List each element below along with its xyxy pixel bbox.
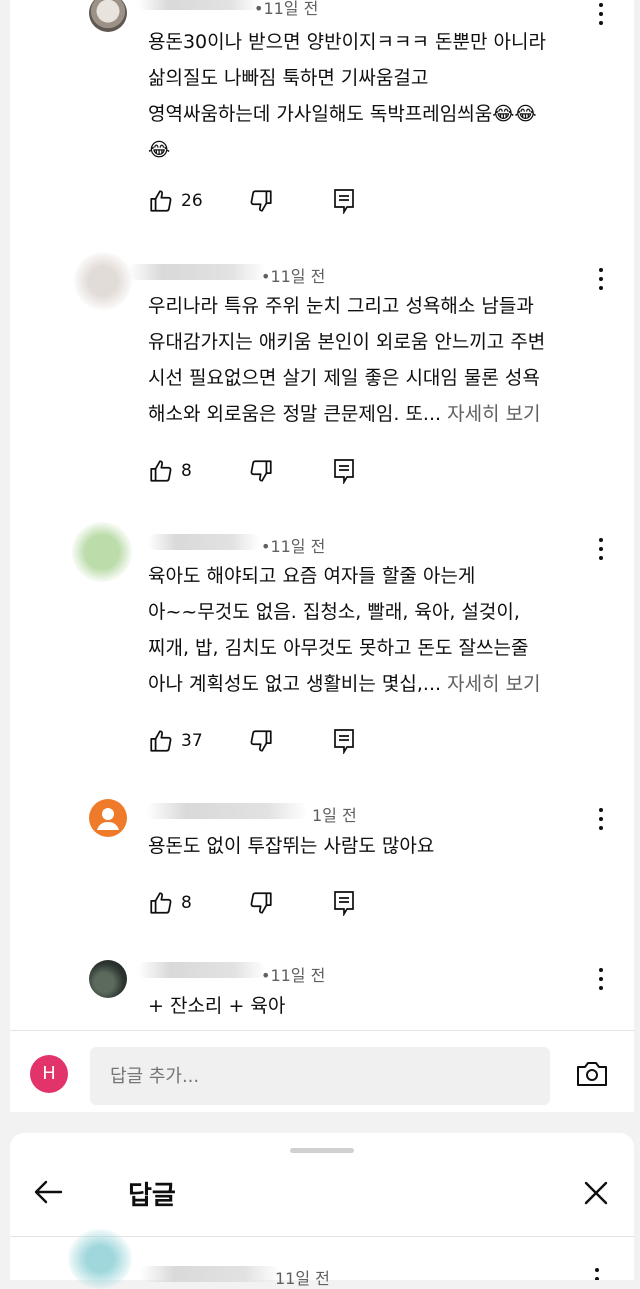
author-name-redacted	[148, 534, 260, 550]
comment-timestamp: •11일 전	[261, 267, 326, 286]
dislike-button[interactable]	[248, 728, 274, 754]
more-vert-icon[interactable]	[598, 808, 604, 830]
author-name-redacted	[138, 962, 266, 978]
dislike-button[interactable]	[248, 188, 274, 214]
comment-text-line: 영역싸움하는데 가사일해도 독박프레임씌움😂😂	[148, 103, 537, 125]
thumbs-down-icon	[250, 190, 272, 212]
sheet-title: 답글	[128, 1181, 176, 1211]
comment-timestamp: •11일 전	[254, 0, 319, 18]
comment-avatar[interactable]	[68, 1229, 132, 1289]
person-icon	[97, 808, 119, 830]
more-vert-icon[interactable]	[598, 968, 604, 990]
thumbs-down-icon	[250, 460, 272, 482]
thumbs-up-icon	[150, 190, 172, 212]
read-more-link[interactable]: 자세히 보기	[447, 673, 540, 695]
reply-icon	[334, 459, 354, 484]
comment-avatar[interactable]	[72, 522, 132, 582]
thumbs-up-icon	[150, 460, 172, 482]
more-vert-icon[interactable]	[598, 538, 604, 560]
comment-timestamp: •11일 전	[261, 537, 326, 556]
reply-icon	[334, 729, 354, 754]
author-name-redacted	[128, 264, 266, 280]
comment-text: + 잔소리 + 육아	[148, 988, 618, 1024]
thumbs-up-icon	[150, 730, 172, 752]
dislike-button[interactable]	[248, 458, 274, 484]
comment-text-line: 용돈30이나 받으면 양반이지ㅋㅋㅋ 돈뿐만 아니라	[148, 31, 546, 53]
comment-avatar[interactable]	[89, 799, 127, 837]
comment-text-truncated: 해소와 외로움은 정말 큰문제임. 또...	[148, 403, 442, 425]
like-button[interactable]: 26	[148, 188, 203, 214]
like-button[interactable]: 37	[148, 728, 203, 754]
like-count: 8	[181, 893, 192, 913]
comment-text-line: 😂	[148, 139, 171, 161]
like-count: 26	[181, 191, 203, 211]
thumbs-down-icon	[250, 892, 272, 914]
like-count: 37	[181, 731, 203, 751]
reply-input[interactable]	[90, 1047, 550, 1105]
comment-text-line: 해소와 외로움은 정말 큰문제임. 또... 자세히 보기	[148, 396, 618, 432]
reply-button[interactable]	[332, 728, 356, 754]
reply-icon	[334, 891, 354, 916]
comment-text: 용돈30이나 받으면 양반이지ㅋㅋㅋ 돈뿐만 아니라 삶의질도 나빠짐 툭하면 …	[148, 24, 618, 168]
camera-icon	[577, 1062, 607, 1086]
comment-text-line: 우리나라 특유 주위 눈치 그리고 성욕해소 남들과	[148, 295, 534, 317]
more-vert-icon[interactable]	[598, 268, 604, 290]
user-avatar[interactable]: H	[30, 1055, 68, 1093]
more-vert-icon[interactable]	[594, 1268, 600, 1280]
reply-composer: H	[10, 1030, 634, 1113]
dislike-button[interactable]	[248, 890, 274, 916]
comment-text-line: 삶의질도 나빠짐 툭하면 기싸움걸고	[148, 67, 429, 89]
reply-icon	[334, 189, 354, 214]
comment-text-line: 아~~무것도 없음. 집청소, 빨래, 육아, 설겆이,	[148, 601, 520, 623]
like-count: 8	[181, 461, 192, 481]
sheet-drag-handle[interactable]	[290, 1148, 354, 1153]
comment-timestamp: 11일 전	[275, 1269, 330, 1288]
reply-button[interactable]	[332, 890, 356, 916]
replies-sheet: 답글 11일 전	[10, 1133, 634, 1289]
comment-text-line: 유대감가지는 애키움 본인이 외로움 안느끼고 주변	[148, 331, 546, 353]
comment-text: 용돈도 없이 투잡뛰는 사람도 많아요	[148, 828, 618, 864]
more-vert-icon[interactable]	[598, 3, 604, 25]
comment-avatar[interactable]	[74, 252, 132, 310]
like-button[interactable]: 8	[148, 890, 192, 916]
back-button[interactable]	[32, 1177, 64, 1211]
comment-text-line: 용돈도 없이 투잡뛰는 사람도 많아요	[148, 835, 435, 857]
comment-text: 육아도 해야되고 요즘 여자들 할줄 아는게 아~~무것도 없음. 집청소, 빨…	[148, 558, 618, 702]
author-name-redacted	[146, 803, 308, 819]
comment-text-line: 시선 필요없으면 살기 제일 좋은 시대임 물론 성욕	[148, 367, 540, 389]
reply-button[interactable]	[332, 458, 356, 484]
comment-timestamp: •11일 전	[261, 966, 326, 985]
camera-button[interactable]	[575, 1059, 609, 1093]
like-button[interactable]: 8	[148, 458, 192, 484]
comment-text-line: + 잔소리 + 육아	[148, 995, 286, 1017]
close-button[interactable]	[582, 1179, 610, 1211]
comment-avatar[interactable]	[89, 0, 127, 32]
comment-text-line: 아나 계획성도 없고 생활비는 몇십,... 자세히 보기	[148, 666, 618, 702]
read-more-link[interactable]: 자세히 보기	[447, 403, 540, 425]
comment-text-line: 찌개, 밥, 김치도 아무것도 못하고 돈도 잘쓰는줄	[148, 637, 529, 659]
author-name-redacted	[138, 0, 260, 10]
reply-button[interactable]	[332, 188, 356, 214]
close-icon	[584, 1181, 608, 1205]
comment-thread-panel: •11일 전 용돈30이나 받으면 양반이지ㅋㅋㅋ 돈뿐만 아니라 삶의질도 나…	[10, 0, 634, 1112]
comment-text-line: 육아도 해야되고 요즘 여자들 할줄 아는게	[148, 565, 476, 587]
comment-avatar[interactable]	[89, 960, 127, 998]
comment-timestamp: 1일 전	[312, 806, 357, 825]
thumbs-down-icon	[250, 730, 272, 752]
thumbs-up-icon	[150, 892, 172, 914]
comment-text-truncated: 아나 계획성도 없고 생활비는 몇십,...	[148, 673, 442, 695]
comment-text: 우리나라 특유 주위 눈치 그리고 성욕해소 남들과 유대감가지는 애키움 본인…	[148, 288, 618, 432]
arrow-back-icon	[34, 1180, 63, 1204]
